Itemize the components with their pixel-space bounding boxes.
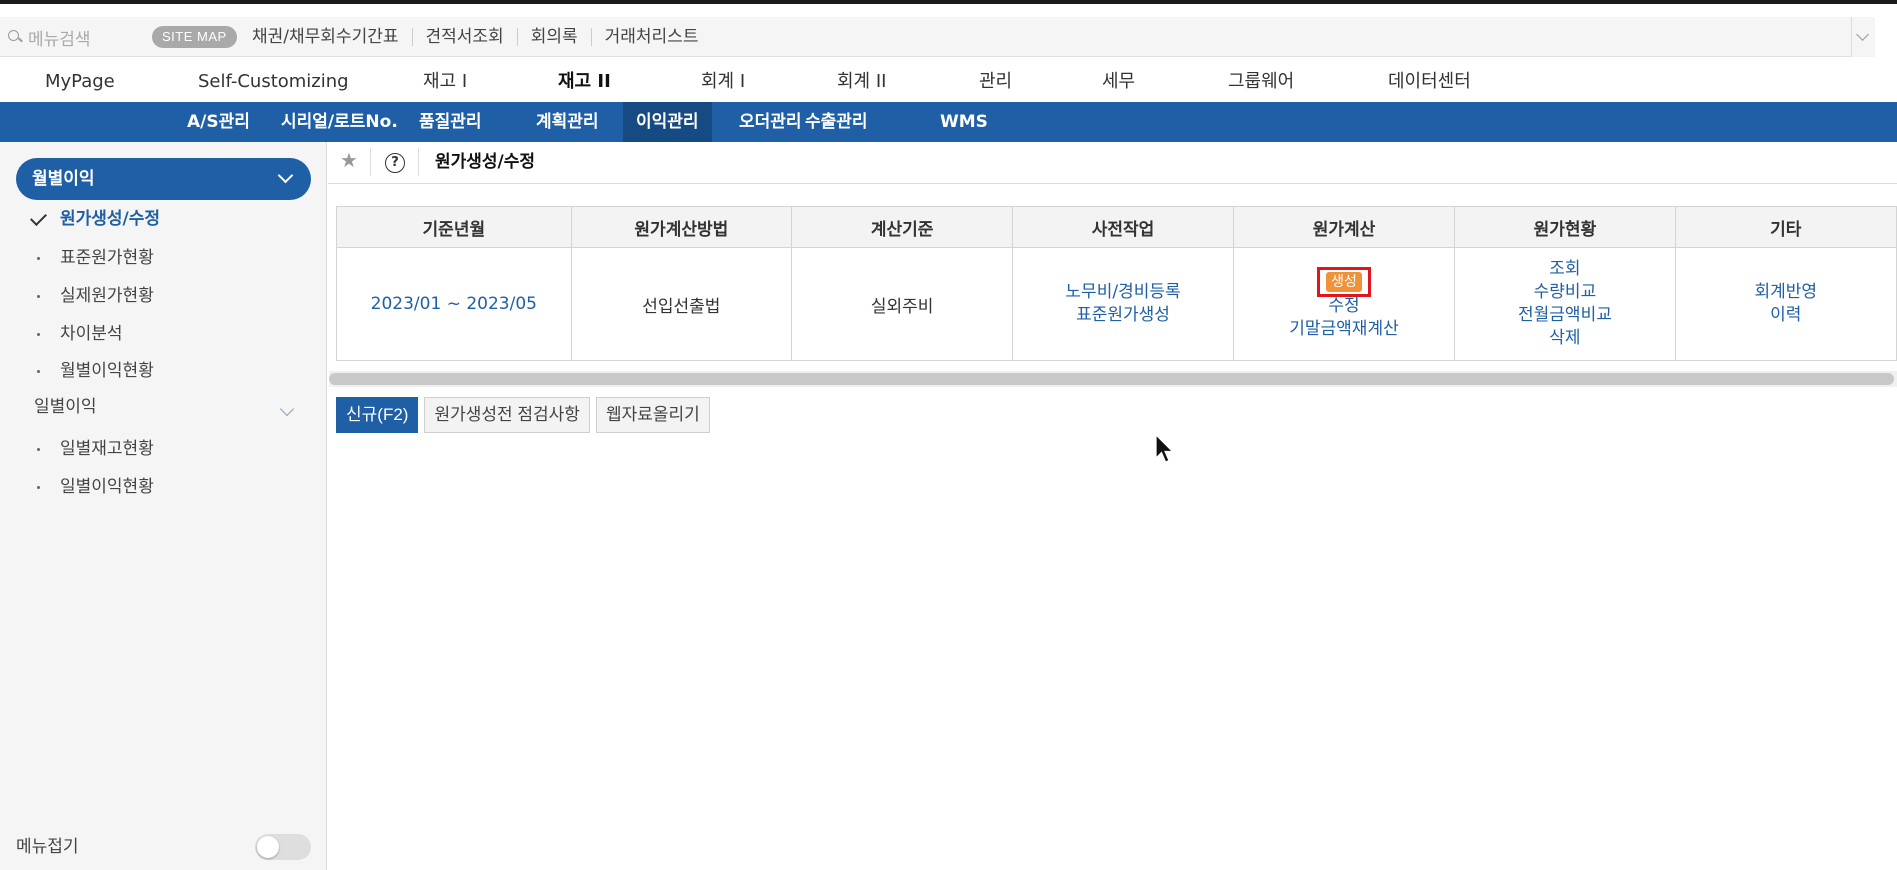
check-icon: [30, 209, 47, 226]
column-header: 원가계산방법: [570, 206, 793, 248]
sub-nav-item[interactable]: A/S관리: [174, 102, 263, 142]
sidebar-item-label: 실제원가현황: [60, 286, 154, 306]
cost-status-cell: 조회 수량비교 전월금액비교 삭제: [1454, 247, 1676, 361]
new-button[interactable]: 신규(F2): [336, 397, 419, 433]
window-top-border: [0, 0, 1897, 4]
chevron-down-icon[interactable]: [1851, 17, 1875, 57]
bullet-icon: [37, 486, 40, 489]
sidebar-item-label: 월별이익현황: [60, 361, 154, 381]
page-title: 원가생성/수정: [435, 152, 536, 172]
sidebar-item-label: 표준원가현황: [60, 248, 154, 268]
sidebar-item-label: 일별이익현황: [60, 477, 154, 497]
sitemap-button[interactable]: SITE MAP: [152, 26, 237, 48]
column-header: 원가계산: [1232, 206, 1456, 248]
chevron-down-icon[interactable]: [279, 401, 295, 417]
column-header: 사전작업: [1012, 206, 1234, 248]
cost-table: 기준년월 원가계산방법 계산기준 사전작업 원가계산 원가현황 기타 2023/…: [336, 206, 1897, 361]
quick-link[interactable]: 거래처리스트: [592, 28, 712, 46]
mouse-cursor-icon: [1155, 434, 1174, 463]
column-header: 원가현황: [1454, 206, 1676, 248]
sub-nav-item[interactable]: 계획관리: [523, 102, 612, 142]
main-nav-item[interactable]: 그룹웨어: [1228, 62, 1294, 102]
chevron-down-icon: [277, 167, 294, 184]
bullet-icon: [37, 448, 40, 451]
delete-link[interactable]: 삭제: [1456, 327, 1673, 350]
sub-nav-item[interactable]: 품질관리: [406, 102, 495, 142]
collapse-menu-label: 메뉴접기: [16, 837, 79, 857]
menu-search[interactable]: 메뉴검색: [8, 25, 91, 50]
view-link[interactable]: 조회: [1456, 258, 1673, 281]
period-cell[interactable]: 2023/01 ~ 2023/05: [336, 247, 572, 361]
main-nav-item[interactable]: 회계 II: [837, 62, 886, 102]
main-nav-item[interactable]: MyPage: [45, 62, 115, 102]
divider: [418, 148, 419, 176]
web-upload-button[interactable]: 웹자료올리기: [595, 397, 710, 433]
column-header: 기준년월: [336, 206, 572, 248]
sub-nav-item-active[interactable]: 이익관리: [623, 102, 712, 142]
scrollbar-thumb[interactable]: [329, 373, 1894, 385]
qty-compare-link[interactable]: 수량비교: [1456, 281, 1673, 304]
sidebar-item-label: 차이분석: [60, 324, 123, 344]
column-header: 계산기준: [791, 206, 1014, 248]
sidebar-group-monthly[interactable]: 월별이익: [16, 158, 311, 200]
collapse-menu-toggle[interactable]: [255, 834, 311, 860]
star-icon[interactable]: ★: [340, 148, 358, 172]
quick-link[interactable]: 채권/채무회수기간표: [240, 28, 413, 46]
sidebar-item-label: 원가생성/수정: [60, 209, 161, 229]
horizontal-scrollbar[interactable]: [329, 371, 1897, 387]
method-cell: 선입선출법: [570, 247, 793, 361]
main-nav-item[interactable]: 관리: [979, 62, 1012, 102]
divider: [370, 148, 371, 176]
quick-link[interactable]: 회의록: [518, 28, 592, 46]
accounting-link[interactable]: 회계반영: [1677, 281, 1895, 304]
history-link[interactable]: 이력: [1677, 304, 1895, 327]
column-header: 기타: [1674, 206, 1897, 248]
etc-cell: 회계반영 이력: [1674, 247, 1897, 361]
search-icon: [8, 30, 22, 44]
main-nav-item[interactable]: Self-Customizing: [198, 62, 349, 102]
main-nav-item[interactable]: 재고 I: [423, 62, 467, 102]
recalc-link[interactable]: 기말금액재계산: [1235, 318, 1454, 341]
basis-cell: 실외주비: [791, 247, 1014, 361]
main-nav-item[interactable]: 데이터센터: [1388, 62, 1471, 102]
main-nav-item[interactable]: 세무: [1102, 62, 1135, 102]
bullet-icon: [37, 295, 40, 298]
prev-month-compare-link[interactable]: 전월금액비교: [1456, 304, 1673, 327]
modify-link[interactable]: 수정: [1235, 295, 1454, 318]
sub-nav: A/S관리 시리얼/로트No. 품질관리 계획관리 이익관리 오더관리 수출관리…: [0, 102, 1897, 142]
bullet-icon: [37, 370, 40, 373]
precheck-button[interactable]: 원가생성전 점검사항: [424, 397, 590, 433]
main-nav: MyPage Self-Customizing 재고 I 재고 II 회계 I …: [0, 62, 1897, 102]
generate-badge-button[interactable]: 생성: [1326, 272, 1362, 292]
standard-cost-link[interactable]: 표준원가생성: [1014, 304, 1231, 327]
main-nav-item-active[interactable]: 재고 II: [558, 62, 611, 102]
sub-nav-item[interactable]: WMS: [927, 102, 1001, 142]
labor-expense-link[interactable]: 노무비/경비등록: [1014, 281, 1231, 304]
help-icon[interactable]: ?: [385, 153, 405, 173]
quick-links: 채권/채무회수기간표 견적서조회 회의록 거래처리스트: [240, 26, 711, 48]
quick-bar: 메뉴검색 SITE MAP 채권/채무회수기간표 견적서조회 회의록 거래처리스…: [0, 17, 1874, 57]
quick-link[interactable]: 견적서조회: [413, 28, 518, 46]
highlight-box: 생성: [1235, 267, 1454, 297]
bullet-icon: [37, 333, 40, 336]
sidebar-item-label: 일별재고현황: [60, 439, 154, 459]
action-buttons: 신규(F2) 원가생성전 점검사항 웹자료올리기: [336, 397, 710, 433]
table-header-row: 기준년월 원가계산방법 계산기준 사전작업 원가계산 원가현황 기타: [336, 206, 1897, 248]
pre-work-cell: 노무비/경비등록 표준원가생성: [1012, 247, 1234, 361]
highlight-frame: 생성: [1317, 267, 1371, 297]
sidebar-group-daily[interactable]: 일별이익: [34, 392, 97, 422]
bullet-icon: [37, 257, 40, 260]
main-nav-item[interactable]: 회계 I: [701, 62, 745, 102]
sub-nav-item[interactable]: 수출관리: [792, 102, 881, 142]
sidebar: 월별이익 원가생성/수정 표준원가현황 실제원가현황 차이분석 월별이익현황 일…: [0, 142, 327, 870]
cost-calc-cell: 생성 수정 기말금액재계산: [1232, 247, 1456, 361]
sidebar-group-label: 월별이익: [32, 169, 95, 189]
menu-search-input[interactable]: 메뉴검색: [28, 25, 91, 50]
sub-nav-item[interactable]: 시리얼/로트No.: [268, 102, 411, 142]
table-row: 2023/01 ~ 2023/05 선입선출법 실외주비 노무비/경비등록 표준…: [336, 247, 1897, 361]
content-header: ★ ? 원가생성/수정: [328, 142, 1897, 184]
